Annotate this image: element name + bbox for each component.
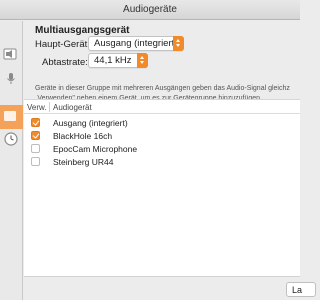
sidebar [0, 21, 23, 300]
device-name: Ausgang (integriert) [53, 118, 128, 128]
main-device-label: Haupt-Gerät: [35, 39, 90, 50]
main-device-value: Ausgang (integriert) [94, 38, 178, 49]
table-row: BlackHole 16ch [24, 130, 300, 142]
sidebar-item-selected[interactable] [0, 105, 23, 129]
title-bar: Audiogeräte [0, 0, 300, 20]
samplerate-popup[interactable]: 44,1 kHz [88, 53, 148, 68]
use-checkbox[interactable] [31, 157, 40, 166]
chevron-updown-icon [137, 53, 148, 68]
speaker-icon[interactable] [3, 47, 19, 63]
window-title: Audiogeräte [123, 4, 177, 15]
column-divider [49, 102, 50, 112]
samplerate-label: Abtastrate: [42, 57, 88, 68]
device-panel: Multiausgangsgerät Haupt-Gerät: Ausgang … [24, 21, 316, 300]
aggregate-device-icon [4, 111, 16, 121]
use-checkbox[interactable] [31, 144, 40, 153]
microphone-icon[interactable] [3, 71, 19, 87]
clock-icon[interactable] [3, 131, 19, 147]
info-line-1: Geräte in dieser Gruppe mit mehreren Aus… [35, 85, 290, 92]
chevron-updown-icon [173, 36, 184, 51]
main-device-popup[interactable]: Ausgang (integriert) [88, 36, 184, 51]
samplerate-value: 44,1 kHz [94, 55, 132, 66]
table-header: Verw. Audiogerät [24, 100, 300, 114]
device-name: Steinberg UR44 [53, 157, 114, 167]
table-row: Steinberg UR44 [24, 156, 300, 168]
column-header-use[interactable]: Verw. [27, 103, 47, 112]
device-table: Verw. Audiogerät Ausgang (integriert) Bl… [24, 99, 300, 300]
table-row: EpocCam Microphone [24, 143, 300, 155]
footer-button[interactable]: La [286, 282, 316, 297]
device-name: EpocCam Microphone [53, 144, 138, 154]
section-title: Multiausgangsgerät [35, 25, 130, 36]
device-name: BlackHole 16ch [53, 131, 113, 141]
use-checkbox[interactable] [31, 118, 40, 127]
use-checkbox[interactable] [31, 131, 40, 140]
column-header-device[interactable]: Audiogerät [53, 103, 92, 112]
bottom-bar: La [24, 276, 316, 300]
table-row: Ausgang (integriert) [24, 117, 300, 129]
